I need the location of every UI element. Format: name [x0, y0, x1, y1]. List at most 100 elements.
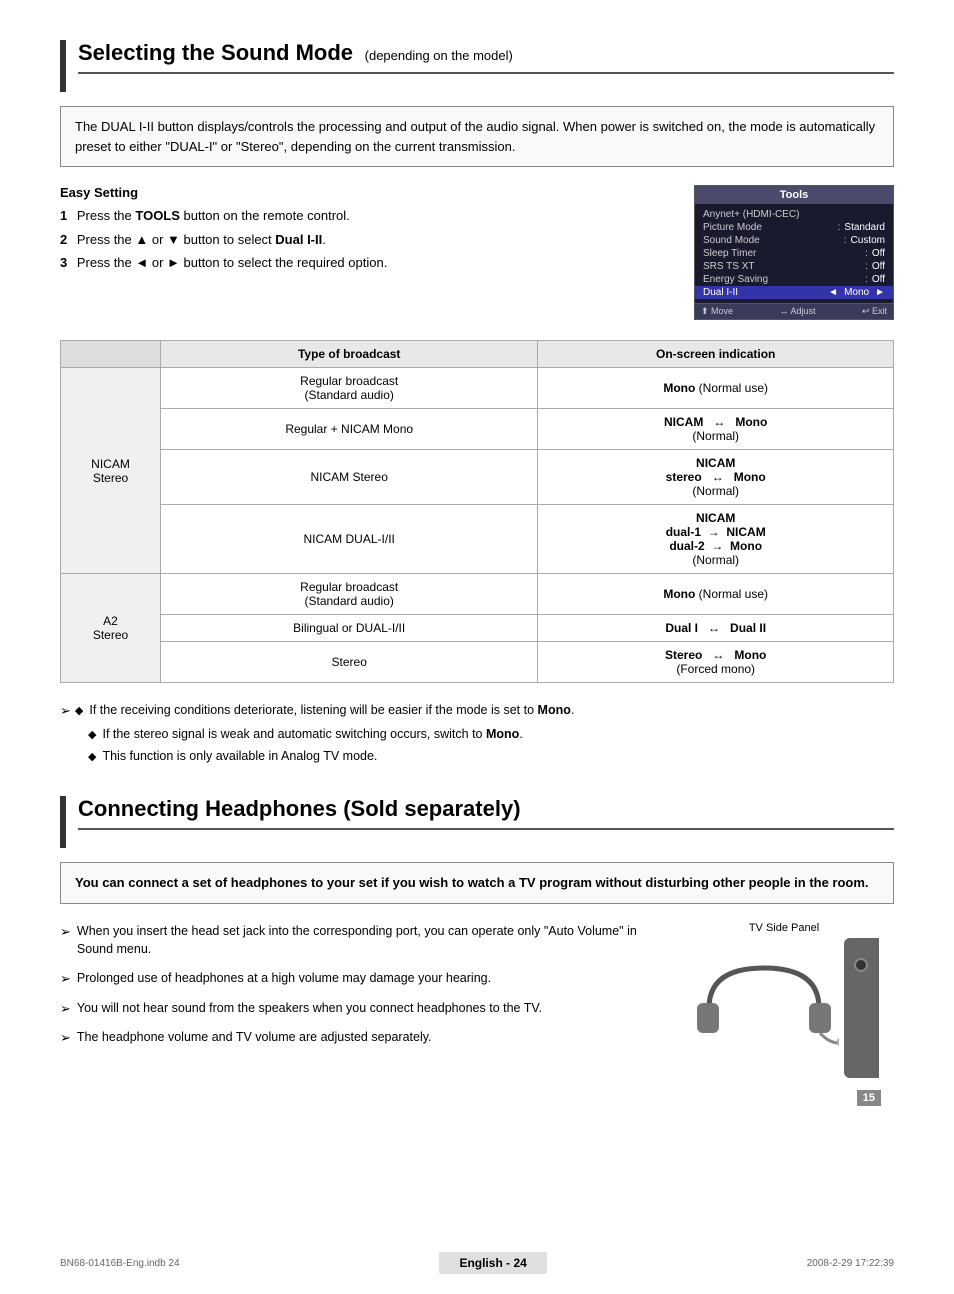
footer: BN68-01416B-Eng.indb 24 English - 24 200… [0, 1252, 954, 1274]
step-3-num: 3 [60, 255, 67, 270]
step-1: 1 Press the TOOLS button on the remote c… [60, 206, 674, 226]
table-row: Bilingual or DUAL-I/II Dual I ↔ Dual II [61, 615, 894, 642]
easy-setting-container: Easy Setting 1 Press the TOOLS button on… [60, 185, 894, 320]
table-row-indication-5: Mono (Normal use) [538, 574, 894, 615]
tools-menu-item-sound: Sound Mode : Custom [695, 234, 893, 247]
headphone-jack [854, 958, 868, 972]
section2-intro-text: You can connect a set of headphones to y… [75, 875, 869, 890]
hp-arrow-2: ➢ [60, 969, 71, 989]
footer-page-label: English - 24 [459, 1256, 526, 1270]
tools-menu-item-picture: Picture Mode : Standard [695, 221, 893, 234]
dual-right-arrow: ► [875, 287, 885, 298]
tools-menu-footer: ⬆ Move ↔ Adjust ↩ Exit [695, 303, 893, 319]
table-row-type-6: Bilingual or DUAL-I/II [161, 615, 538, 642]
table-row-indication-4: NICAMdual-1 → NICAMdual-2 → Mono(Normal) [538, 505, 894, 574]
note-item-3: ◆ This function is only available in Ana… [60, 747, 894, 766]
tools-menu-item-anynet: Anynet+ (HDMI-CEC) [695, 208, 893, 221]
tools-menu: Tools Anynet+ (HDMI-CEC) Picture Mode : … [694, 185, 894, 320]
table-row-type-7: Stereo [161, 642, 538, 683]
easy-setting-steps: 1 Press the TOOLS button on the remote c… [60, 206, 674, 273]
step-2-num: 2 [60, 232, 67, 247]
hp-note-text-3: You will not hear sound from the speaker… [77, 999, 542, 1018]
table-row-indication-2: NICAM ↔ Mono(Normal) [538, 409, 894, 450]
table-row: Stereo Stereo ↔ Mono(Forced mono) [61, 642, 894, 683]
table-row-type-1: Regular broadcast(Standard audio) [161, 368, 538, 409]
headphone-note-2: ➢ Prolonged use of headphones at a high … [60, 969, 654, 989]
step-3: 3 Press the ◄ or ► button to select the … [60, 253, 674, 273]
table-row-type-3: NICAM Stereo [161, 450, 538, 505]
table-header-indication: On-screen indication [538, 341, 894, 368]
dual-value: Mono [844, 287, 869, 298]
tools-menu-items: Anynet+ (HDMI-CEC) Picture Mode : Standa… [695, 204, 893, 303]
easy-setting-title: Easy Setting [60, 185, 674, 200]
step-1-num: 1 [60, 208, 67, 223]
section2-heading: Connecting Headphones (Sold separately) [60, 796, 894, 848]
section1-intro-text: The DUAL I-II button displays/controls t… [75, 119, 875, 154]
page: Selecting the Sound Mode (depending on t… [0, 0, 954, 1294]
table-row-type-4: NICAM DUAL-I/II [161, 505, 538, 574]
section1-subtitle: (depending on the model) [365, 48, 513, 63]
table-row-type-5: Regular broadcast(Standard audio) [161, 574, 538, 615]
note-diamond-icon-2: ◆ [88, 727, 96, 744]
headphones-content: ➢ When you insert the head set jack into… [60, 922, 894, 1078]
section1-title-block: Selecting the Sound Mode (depending on t… [78, 40, 894, 74]
table-header-col0 [61, 341, 161, 368]
headphone-note-1: ➢ When you insert the head set jack into… [60, 922, 654, 960]
table-row-type-2: Regular + NICAM Mono [161, 409, 538, 450]
footer-left: BN68-01416B-Eng.indb 24 [60, 1258, 180, 1269]
dual-left-arrow: ◄ [828, 287, 838, 298]
hp-arrow-1: ➢ [60, 922, 71, 942]
table-row-indication-3: NICAMstereo ↔ Mono(Normal) [538, 450, 894, 505]
tools-menu-item-dual: Dual I-II ◄ Mono ► [695, 286, 893, 299]
note-item-2: ◆ If the stereo signal is weak and autom… [60, 725, 894, 744]
table-header-type: Type of broadcast [161, 341, 538, 368]
section1-intro: The DUAL I-II button displays/controls t… [60, 106, 894, 167]
table-row-indication-6: Dual I ↔ Dual II [538, 615, 894, 642]
tools-menu-item-energy: Energy Saving : Off [695, 273, 893, 286]
footer-right: 2008-2-29 17:22:39 [807, 1258, 894, 1269]
tv-side-panel: 15 [844, 938, 879, 1078]
footer-move: ⬆ Move [701, 306, 733, 317]
broadcast-table: Type of broadcast On-screen indication N… [60, 340, 894, 683]
footer-exit: ↩ Exit [862, 306, 887, 317]
tv-graphic-container: 15 [674, 938, 894, 1078]
tools-menu-item-sleep: Sleep Timer : Off [695, 247, 893, 260]
table-row-group-nicam: NICAMStereo [61, 368, 161, 574]
hp-note-text-2: Prolonged use of headphones at a high vo… [77, 969, 491, 988]
hp-arrow-3: ➢ [60, 999, 71, 1019]
tools-menu-item-srs: SRS TS XT : Off [695, 260, 893, 273]
notes-section: ➢ ◆ If the receiving conditions deterior… [60, 701, 894, 766]
section2: Connecting Headphones (Sold separately) … [60, 796, 894, 1078]
headphone-note-4: ➢ The headphone volume and TV volume are… [60, 1028, 654, 1048]
step-2-bold: Dual I-II [275, 232, 322, 247]
headphones-image-area: TV Side Panel [674, 922, 894, 1078]
footer-adjust: ↔ Adjust [779, 306, 815, 317]
easy-setting-text: Easy Setting 1 Press the TOOLS button on… [60, 185, 674, 277]
section2-title-block: Connecting Headphones (Sold separately) [78, 796, 894, 830]
table-row: Regular + NICAM Mono NICAM ↔ Mono(Normal… [61, 409, 894, 450]
table-row-indication-7: Stereo ↔ Mono(Forced mono) [538, 642, 894, 683]
note-arrow-icon: ➢ [60, 701, 71, 721]
hp-note-text-4: The headphone volume and TV volume are a… [77, 1028, 432, 1047]
section2-title: Connecting Headphones (Sold separately) [78, 796, 521, 821]
step-1-bold: TOOLS [135, 208, 180, 223]
step-2: 2 Press the ▲ or ▼ button to select Dual… [60, 230, 674, 250]
note-item-1: ➢ ◆ If the receiving conditions deterior… [60, 701, 894, 721]
headphone-svg [689, 953, 839, 1063]
section1-heading: Selecting the Sound Mode (depending on t… [60, 40, 894, 92]
hp-note-text-1: When you insert the head set jack into t… [77, 922, 654, 960]
table-row: NICAM Stereo NICAMstereo ↔ Mono(Normal) [61, 450, 894, 505]
note-text-2: If the stereo signal is weak and automat… [102, 725, 522, 744]
headphones-text: ➢ When you insert the head set jack into… [60, 922, 654, 1058]
section1-title: Selecting the Sound Mode [78, 40, 353, 65]
tools-menu-title: Tools [695, 186, 893, 204]
section2-intro: You can connect a set of headphones to y… [60, 862, 894, 904]
section2-bar [60, 796, 66, 848]
hp-arrow-4: ➢ [60, 1028, 71, 1048]
headphone-note-3: ➢ You will not hear sound from the speak… [60, 999, 654, 1019]
footer-center: English - 24 [439, 1252, 546, 1274]
table-row-indication-1: Mono (Normal use) [538, 368, 894, 409]
page-number-badge: 15 [857, 1090, 881, 1106]
tv-side-panel-label: TV Side Panel [674, 922, 894, 934]
note-diamond-icon-3: ◆ [88, 749, 96, 766]
